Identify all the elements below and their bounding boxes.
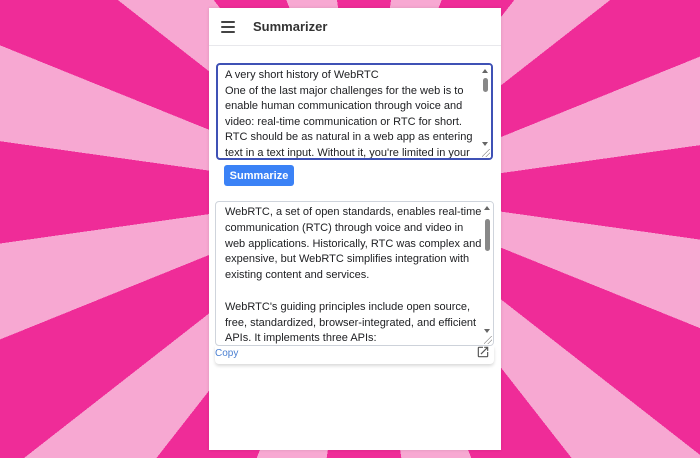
open-in-new-icon[interactable] [476, 345, 490, 359]
summary-text: WebRTC, a set of open standards, enables… [225, 205, 483, 345]
scroll-down-arrow-icon[interactable] [482, 142, 488, 146]
copy-link[interactable]: Copy [215, 348, 238, 359]
scroll-thumb[interactable] [485, 219, 490, 251]
summarize-button[interactable]: Summarize [224, 165, 294, 186]
input-scrollbar[interactable] [480, 65, 491, 158]
menu-icon[interactable] [221, 19, 235, 33]
output-footer: Copy [215, 346, 494, 364]
input-line-title: A very short history of WebRTC [225, 69, 379, 81]
summarizer-panel: Summarizer A very short history of WebRT… [209, 8, 501, 450]
resize-grip-icon[interactable] [482, 149, 490, 157]
scroll-thumb[interactable] [483, 78, 488, 92]
scroll-up-arrow-icon[interactable] [484, 206, 490, 210]
input-textarea[interactable]: A very short history of WebRTC One of th… [216, 63, 493, 160]
scroll-up-arrow-icon[interactable] [482, 69, 488, 73]
summary-paragraph: WebRTC's guiding principles include open… [225, 300, 477, 345]
header: Summarizer [209, 8, 501, 46]
summary-output[interactable]: WebRTC, a set of open standards, enables… [215, 201, 494, 346]
output-scrollbar[interactable] [482, 202, 493, 345]
summary-paragraph: WebRTC, a set of open standards, enables… [225, 206, 482, 282]
input-text: A very short history of WebRTC One of th… [225, 68, 482, 159]
input-line-body: One of the last major challenges for the… [225, 84, 473, 159]
resize-grip-icon[interactable] [484, 336, 492, 344]
scroll-down-arrow-icon[interactable] [484, 329, 490, 333]
app-title: Summarizer [253, 19, 328, 34]
